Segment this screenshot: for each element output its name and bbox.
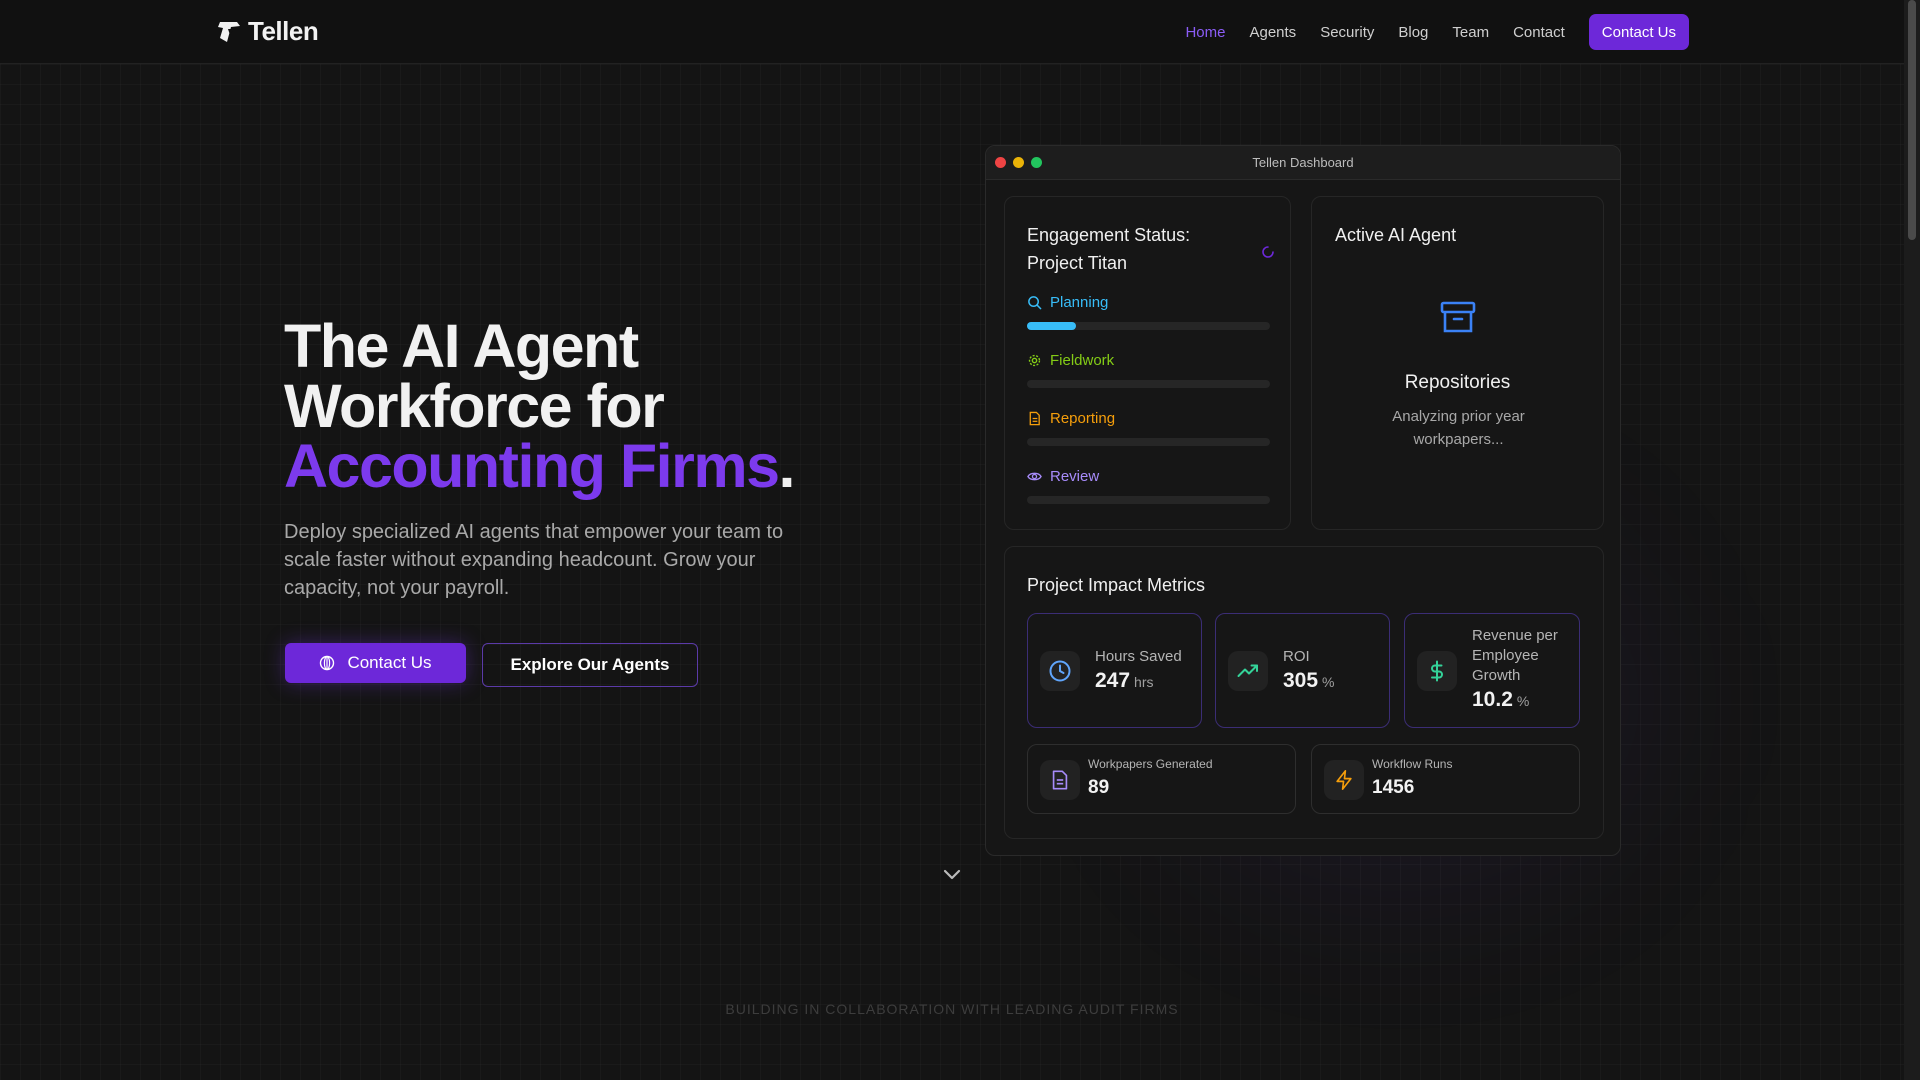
metric-workflow-label: Workflow Runs	[1372, 757, 1453, 771]
site-header: Tellen Home Agents Security Blog Team Co…	[0, 0, 1904, 64]
metric-hours-value: 247	[1095, 669, 1131, 692]
stage-planning-label: Planning	[1050, 294, 1109, 311]
metric-revenue-label: Revenue per Employee Growth	[1472, 627, 1558, 684]
brand-name: Tellen	[248, 16, 319, 46]
brand-logo[interactable]: Tellen	[216, 16, 319, 47]
project-impact-card: Project Impact Metrics Hours Saved 247 hr…	[1004, 546, 1604, 839]
nav-team[interactable]: Team	[1452, 24, 1489, 41]
metric-workflow-value: 1456	[1372, 777, 1415, 798]
dashboard-titlebar: Tellen Dashboard	[986, 146, 1620, 180]
metric-hours-unit: hrs	[1134, 674, 1154, 690]
hero-contact-us-label: Contact Us	[347, 653, 432, 672]
metric-workpapers: Workpapers Generated 89	[1027, 744, 1296, 814]
nav-contact[interactable]: Contact	[1513, 24, 1565, 41]
stage-fieldwork-progress	[1027, 380, 1270, 388]
engagement-status-title: Engagement Status: Project Titan	[1027, 225, 1191, 273]
nav-home[interactable]: Home	[1185, 24, 1225, 41]
metric-workpapers-label: Workpapers Generated	[1088, 757, 1213, 771]
engagement-status-card: Engagement Status: Project Titan Plannin…	[1004, 196, 1291, 530]
clock-icon	[1049, 660, 1071, 682]
metric-workpapers-value: 89	[1088, 777, 1110, 798]
metric-roi-value-row: 305%	[1283, 669, 1335, 693]
stage-review-progress	[1027, 496, 1270, 504]
explore-agents-button[interactable]: Explore Our Agents	[482, 643, 698, 687]
nav-agents[interactable]: Agents	[1249, 24, 1296, 41]
stage-reporting-label: Reporting	[1050, 410, 1116, 427]
hero-title-line2: Workforce for	[284, 372, 665, 440]
stage-fieldwork: Fieldwork	[1027, 352, 1114, 369]
gear-icon	[1028, 354, 1041, 367]
dashboard-title: Tellen Dashboard	[1252, 155, 1354, 170]
active-agent-status: Analyzing prior year workpapers...	[1392, 408, 1525, 448]
globe-icon	[320, 655, 335, 671]
loading-spinner-icon	[1262, 246, 1274, 258]
metric-roi-label: ROI	[1283, 648, 1310, 665]
metric-revenue-icon-bg	[1417, 651, 1457, 691]
file-text-icon	[1052, 770, 1068, 790]
metric-revenue-value: 10.2	[1472, 688, 1513, 711]
hero-title-period: .	[778, 432, 796, 500]
stage-reporting: Reporting	[1027, 410, 1115, 427]
metric-workpapers-icon-bg	[1040, 760, 1080, 800]
hero-title-line1: The AI Agent	[284, 312, 639, 380]
nav-blog[interactable]: Blog	[1398, 24, 1428, 41]
archive-box-icon	[1440, 301, 1476, 333]
active-agent-card: Active AI Agent Repositories Analyzing p…	[1311, 196, 1604, 530]
metric-revenue-unit: %	[1516, 693, 1530, 709]
document-icon	[1029, 411, 1040, 426]
hero-subtitle: Deploy specialized AI agents that empowe…	[284, 521, 784, 599]
metric-workflow-runs: Workflow Runs 1456	[1311, 744, 1580, 814]
chevron-down-icon[interactable]	[942, 868, 962, 882]
lightning-icon	[1336, 770, 1352, 790]
metric-revenue-growth: Revenue per Employee Growth 10.2%	[1404, 613, 1580, 728]
active-agent-title: Active AI Agent	[1335, 225, 1457, 245]
stage-planning-progress-fill	[1027, 322, 1076, 330]
active-agent-name: Repositories	[1404, 372, 1511, 393]
hero-title: The AI Agent Workforce for Accounting Fi…	[284, 316, 796, 497]
tellen-logo-icon	[218, 21, 240, 42]
nav-security[interactable]: Security	[1320, 24, 1374, 41]
stage-review: Review	[1027, 468, 1099, 485]
dashboard-window: Tellen Dashboard Engagement Status: Proj…	[985, 145, 1621, 856]
metric-roi-value: 305	[1283, 669, 1319, 692]
main-nav: Home Agents Security Blog Team Contact C…	[1185, 14, 1689, 50]
stage-planning: Planning	[1027, 294, 1108, 311]
stage-reporting-progress	[1027, 438, 1270, 446]
metric-hours-icon-bg	[1040, 651, 1080, 691]
hero-contact-us-button[interactable]: Contact Us	[285, 643, 466, 683]
search-icon	[1028, 296, 1042, 310]
trending-up-icon	[1237, 664, 1258, 677]
metric-roi-unit: %	[1322, 674, 1335, 690]
collaboration-note: BUILDING IN COLLABORATION WITH LEADING A…	[725, 1001, 1179, 1017]
hero-title-accent: Accounting Firms	[284, 432, 780, 500]
metric-hours-value-row: 247 hrs	[1095, 669, 1154, 693]
stage-planning-progress	[1027, 322, 1270, 330]
dollar-icon	[1431, 660, 1443, 682]
project-impact-title: Project Impact Metrics	[1027, 575, 1206, 595]
metric-roi-icon-bg	[1228, 651, 1268, 691]
metric-roi: ROI 305%	[1215, 613, 1390, 728]
eye-icon	[1027, 472, 1042, 481]
metric-workflow-icon-bg	[1324, 760, 1364, 800]
stage-fieldwork-label: Fieldwork	[1050, 352, 1115, 369]
page-scrollbar[interactable]	[1904, 0, 1920, 1080]
page-scrollbar-thumb[interactable]	[1908, 0, 1916, 240]
nav-contact-us-button[interactable]: Contact Us	[1588, 14, 1689, 50]
stage-review-label: Review	[1050, 468, 1100, 485]
metric-hours-label: Hours Saved	[1095, 648, 1182, 665]
metric-hours-saved: Hours Saved 247 hrs	[1027, 613, 1202, 728]
metric-revenue-value-row: 10.2%	[1472, 688, 1529, 712]
